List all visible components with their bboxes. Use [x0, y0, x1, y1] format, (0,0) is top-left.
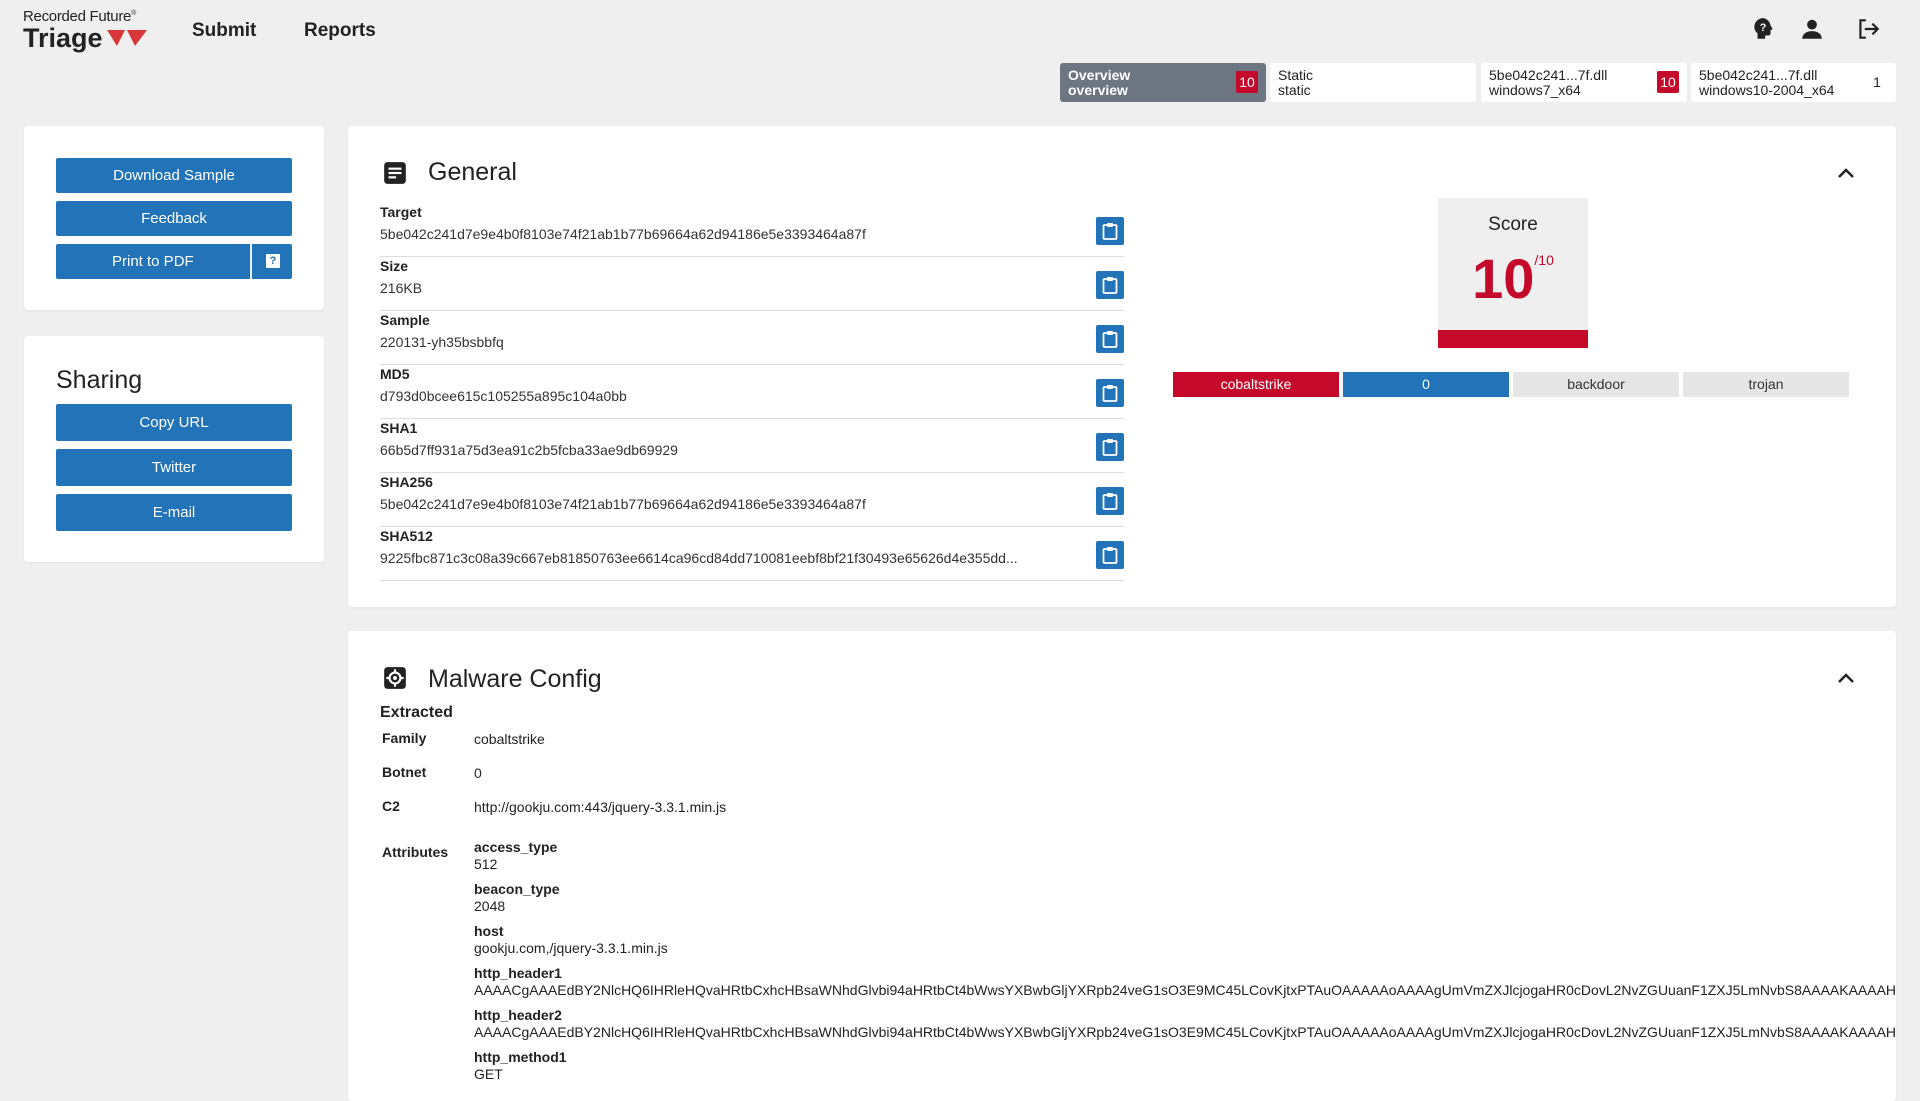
attribute-value: 512 — [474, 856, 498, 872]
field-value: 5be042c241d7e9e4b0f8103e74f21ab1b77b6966… — [380, 226, 866, 242]
attribute-value: AAAACgAAAEdBY2NlcHQ6IHRleHQvaHRtbCxhcHBs… — [474, 1024, 1896, 1040]
tab-score-badge: 10 — [1236, 71, 1258, 93]
attribute-key: host — [474, 923, 504, 939]
copy-clipboard-button[interactable] — [1096, 379, 1124, 407]
tab-score-badge: 10 — [1657, 71, 1679, 93]
svg-text:?: ? — [1760, 22, 1767, 34]
user-icon[interactable] — [1799, 16, 1825, 42]
hash-field-sha512: SHA512 9225fbc871c3c08a39c667eb81850763ee… — [380, 526, 1124, 581]
attribute-value: AAAACgAAAEdBY2NlcHQ6IHRleHQvaHRtbCxhcHBs… — [474, 982, 1896, 998]
field-value: 66b5d7ff931a75d3ea91c2b5fcba33ae9db69929 — [380, 442, 678, 458]
botnet-value: 0 — [474, 765, 482, 781]
field-value: 9225fbc871c3c08a39c667eb81850763ee6614ca… — [380, 550, 1018, 566]
attribute-key: beacon_type — [474, 881, 560, 897]
logo-mark-icon — [106, 30, 147, 46]
collapse-chevron-icon[interactable] — [1834, 667, 1858, 691]
copy-clipboard-button[interactable] — [1096, 325, 1124, 353]
attribute-key: http_method1 — [474, 1049, 567, 1065]
clipboard-icon — [1102, 277, 1118, 294]
general-card: General Target 5be042c241d7e9e4b0f8103e74… — [348, 126, 1896, 607]
help-icon[interactable]: ? — [1750, 16, 1776, 42]
attribute-key: http_header1 — [474, 965, 562, 981]
c2-label: C2 — [382, 798, 400, 814]
malware-config-title: Malware Config — [428, 665, 602, 693]
hash-field-target: Target 5be042c241d7e9e4b0f8103e74f21ab1b7… — [380, 202, 1124, 257]
score-value: 10/10 — [1472, 247, 1554, 310]
hash-field-md5: MD5 d793d0bcee615c105255a895c104a0bb — [380, 364, 1124, 419]
score-title: Score — [1488, 214, 1538, 235]
feedback-button[interactable]: Feedback — [56, 201, 292, 236]
field-value: 216KB — [380, 280, 423, 296]
field-label: SHA1 — [380, 420, 418, 436]
copy-clipboard-button[interactable] — [1096, 217, 1124, 245]
tag-cobaltstrike[interactable]: cobaltstrike — [1173, 372, 1339, 397]
field-value: d793d0bcee615c105255a895c104a0bb — [380, 388, 627, 404]
field-label: MD5 — [380, 366, 410, 382]
field-label: Sample — [380, 312, 430, 328]
download-sample-button[interactable]: Download Sample — [56, 158, 292, 193]
copy-url-button[interactable]: Copy URL — [56, 404, 292, 441]
clipboard-icon — [1102, 223, 1118, 240]
collapse-chevron-icon[interactable] — [1834, 162, 1858, 186]
tab-score-badge: 1 — [1873, 74, 1881, 90]
field-label: Size — [380, 258, 409, 274]
c2-value: http://gookju.com:443/jquery-3.3.1.min.j… — [474, 799, 727, 815]
hash-field-sha256: SHA256 5be042c241d7e9e4b0f8103e74f21ab1b7… — [380, 472, 1124, 527]
attribute-value: gookju.com,/jquery-3.3.1.min.js — [474, 940, 668, 956]
score-box: Score 10/10 — [1438, 198, 1588, 348]
print-help-icon[interactable]: ? — [266, 254, 280, 268]
malware-config-card: Malware Config Extracted Family cobaltst… — [348, 631, 1896, 1101]
tab-overview[interactable]: Overview overview 10 — [1060, 63, 1266, 102]
divider — [250, 244, 252, 279]
tag-trojan[interactable]: trojan — [1683, 372, 1849, 397]
print-pdf-button[interactable]: Print to PDF ? — [56, 244, 292, 279]
logout-icon[interactable] — [1855, 16, 1881, 42]
attributes-label: Attributes — [382, 844, 449, 860]
attribute-key: access_type — [474, 839, 558, 855]
print-pdf-label: Print to PDF — [112, 253, 194, 270]
clipboard-icon — [1102, 331, 1118, 348]
summary-icon — [384, 162, 406, 184]
field-value: 5be042c241d7e9e4b0f8103e74f21ab1b77b6966… — [380, 496, 866, 512]
hash-field-sha1: SHA1 66b5d7ff931a75d3ea91c2b5fcba33ae9db6… — [380, 418, 1124, 473]
field-value: 220131-yh35bsbbfq — [380, 334, 504, 350]
tab-static[interactable]: Static static — [1270, 63, 1476, 102]
twitter-button[interactable]: Twitter — [56, 449, 292, 486]
clipboard-icon — [1102, 385, 1118, 402]
tag-backdoor[interactable]: backdoor — [1513, 372, 1679, 397]
copy-clipboard-button[interactable] — [1096, 541, 1124, 569]
copy-clipboard-button[interactable] — [1096, 487, 1124, 515]
sharing-title: Sharing — [56, 366, 143, 394]
brand-name: Triage — [23, 25, 147, 52]
copy-clipboard-button[interactable] — [1096, 271, 1124, 299]
actions-card: Download Sample Feedback Print to PDF ? — [24, 126, 324, 310]
tab-windows7[interactable]: 5be042c241...7f.dll windows7_x64 10 — [1481, 63, 1687, 102]
hash-field-sample: Sample 220131-yh35bsbbfq — [380, 310, 1124, 365]
field-label: SHA256 — [380, 474, 433, 490]
sharing-card: Sharing Copy URL Twitter E-mail — [24, 336, 324, 562]
nav-reports[interactable]: Reports — [304, 20, 376, 42]
tag-0[interactable]: 0 — [1343, 372, 1509, 397]
attribute-key: http_header2 — [474, 1007, 562, 1023]
config-gear-icon — [384, 667, 406, 689]
family-value: cobaltstrike — [474, 731, 545, 747]
botnet-label: Botnet — [382, 764, 427, 780]
field-label: SHA512 — [380, 528, 433, 544]
family-label: Family — [382, 730, 427, 746]
copy-clipboard-button[interactable] — [1096, 433, 1124, 461]
general-title: General — [428, 158, 517, 186]
triage-logo[interactable]: Recorded Future® Triage — [23, 8, 147, 52]
nav-submit[interactable]: Submit — [192, 20, 256, 42]
score-bar — [1438, 330, 1588, 348]
clipboard-icon — [1102, 493, 1118, 510]
hash-field-size: Size 216KB — [380, 256, 1124, 311]
clipboard-icon — [1102, 547, 1118, 564]
clipboard-icon — [1102, 439, 1118, 456]
email-button[interactable]: E-mail — [56, 494, 292, 531]
field-label: Target — [380, 204, 422, 220]
extracted-heading: Extracted — [380, 704, 453, 721]
tab-windows10[interactable]: 5be042c241...7f.dll windows10-2004_x64 1 — [1691, 63, 1896, 102]
attribute-value: 2048 — [474, 898, 506, 914]
